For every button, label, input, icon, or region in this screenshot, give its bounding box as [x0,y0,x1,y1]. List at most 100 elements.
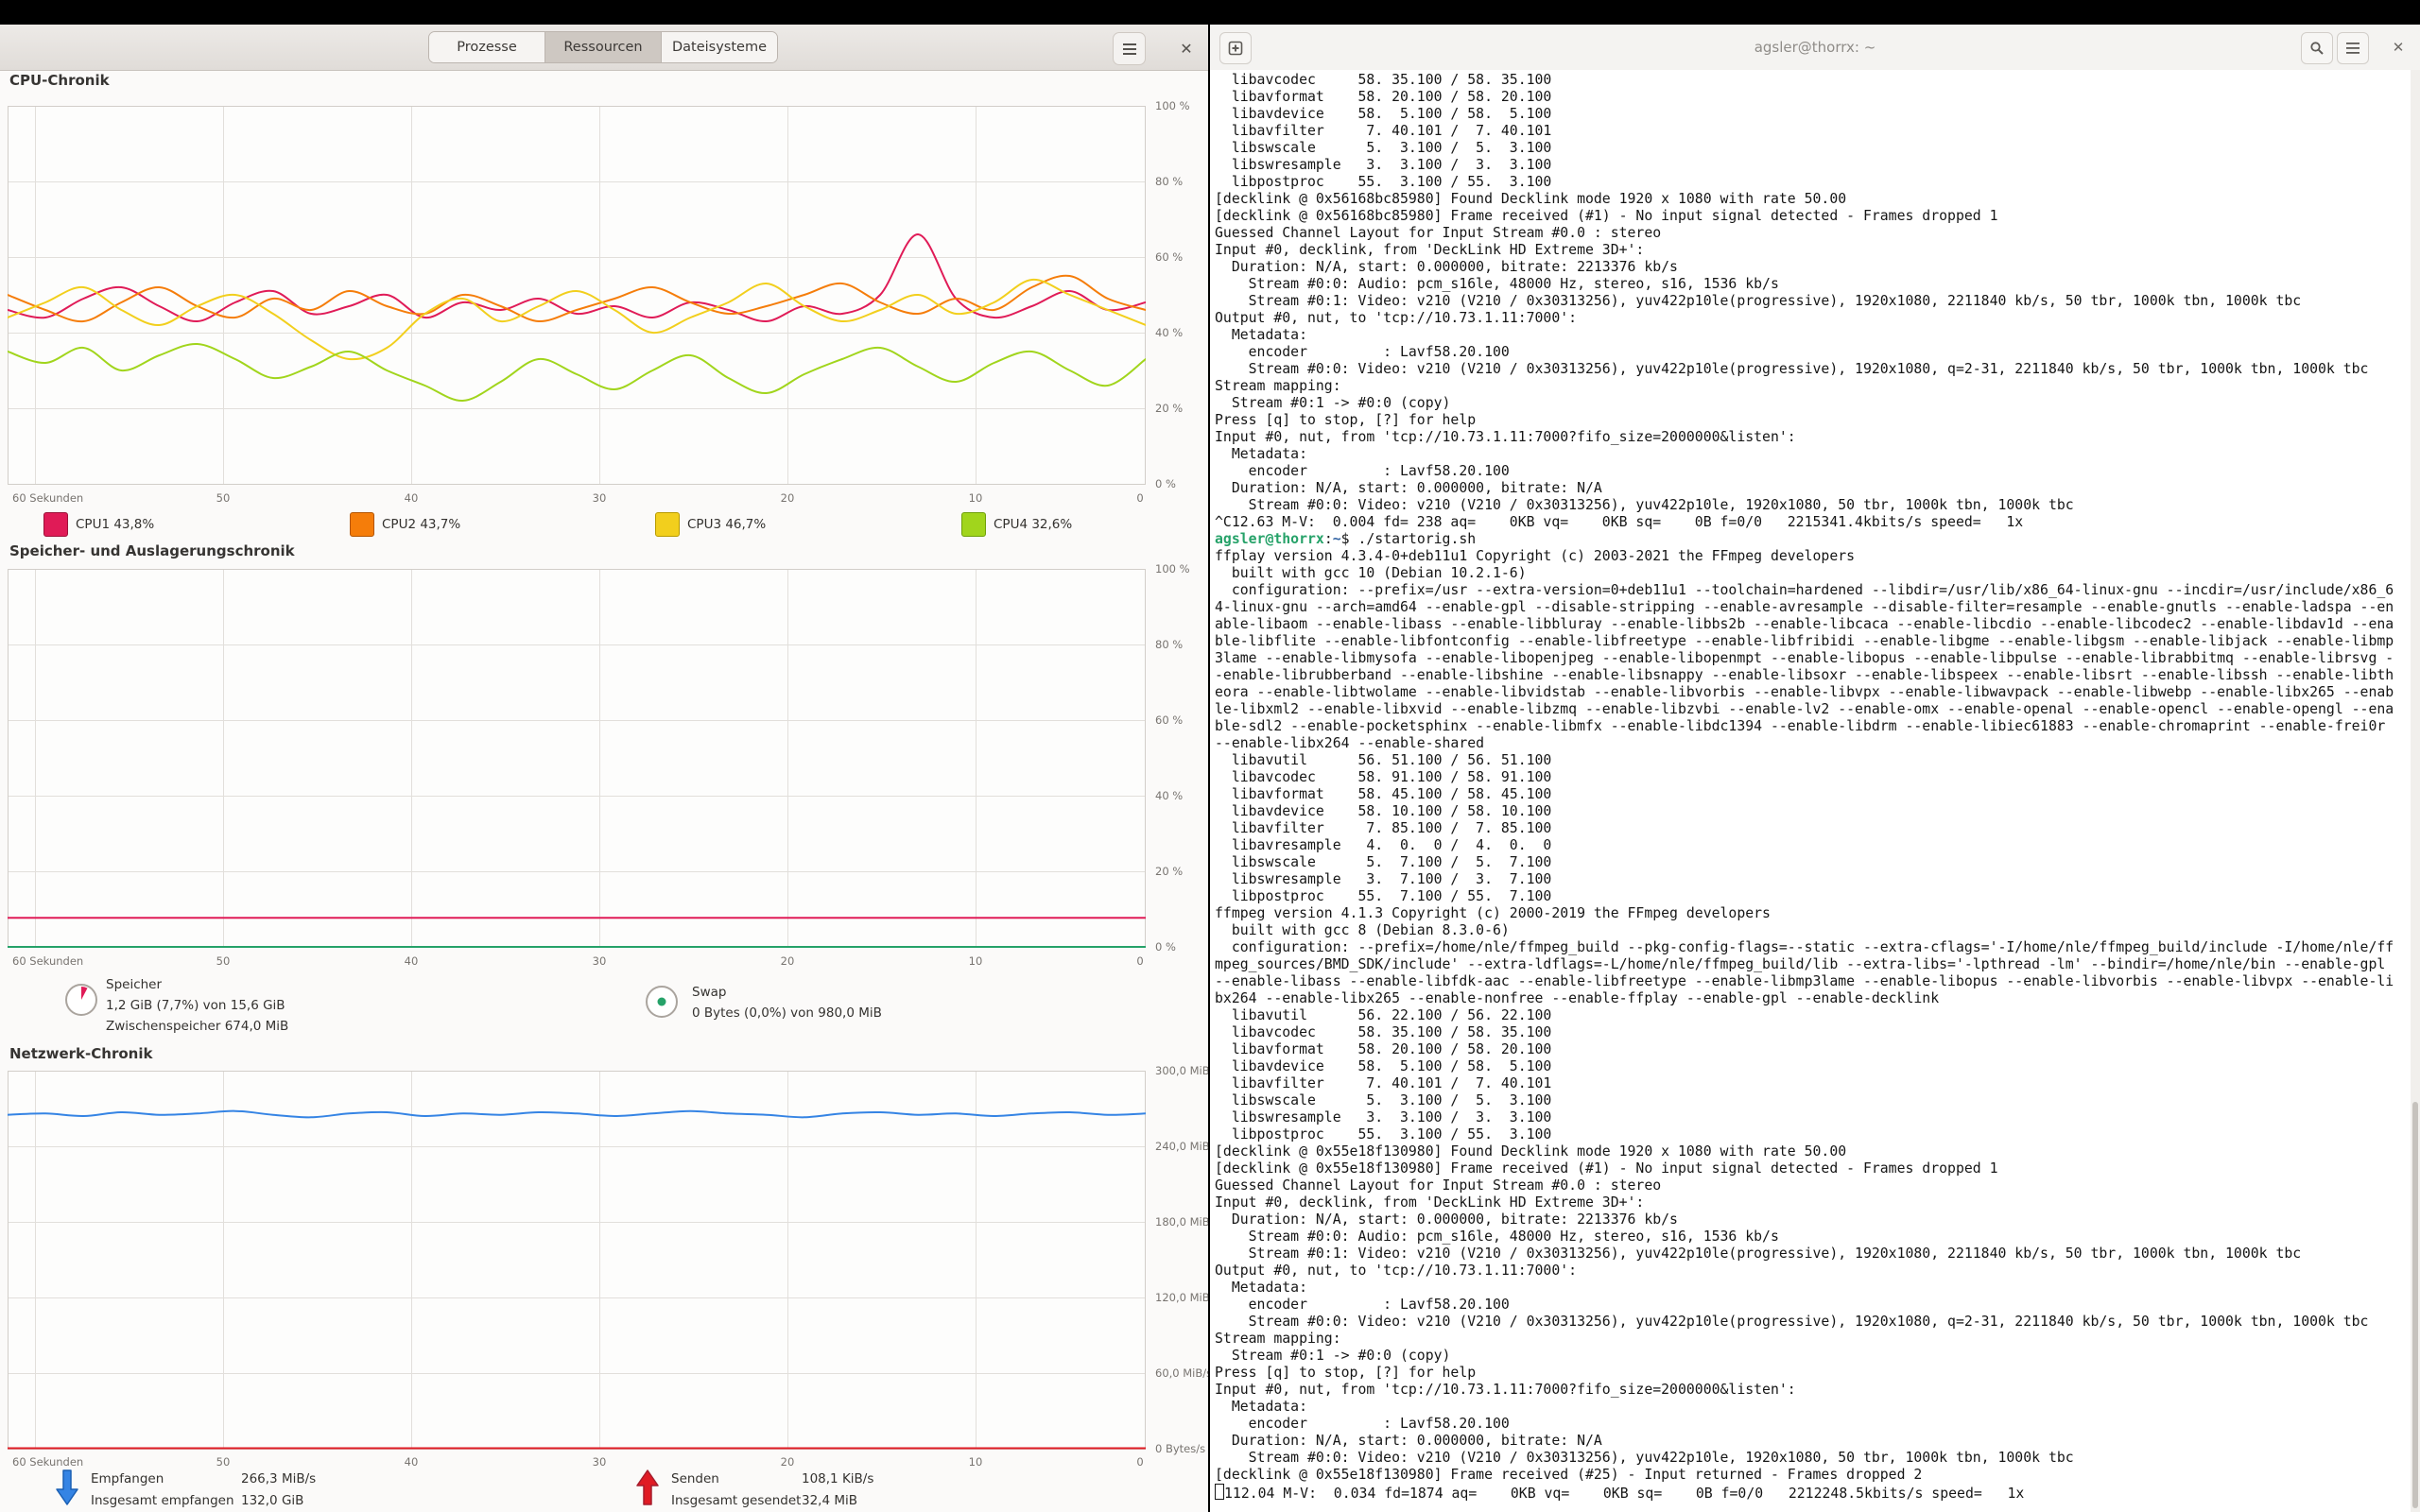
close-terminal-button[interactable]: ✕ [2386,35,2411,60]
terminal-line: libavcodec 58. 35.100 / 58. 35.100 [1215,72,2420,89]
terminal-line: -enable-librubberband --enable-libshine … [1215,667,2420,684]
terminal-line: libavresample 4. 0. 0 / 4. 0. 0 [1215,837,2420,854]
download-arrow-icon [55,1469,79,1506]
cpu-section-title: CPU-Chronik [9,72,110,89]
hamburger-icon [2345,43,2360,54]
terminal-line: Press [q] to stop, [?] for help [1215,412,2420,429]
x-axis-label: 10 [969,491,983,505]
terminal-line: Guessed Channel Layout for Input Stream … [1215,1177,2420,1194]
x-axis-label: 30 [593,491,607,505]
terminal-line: Stream #0:1 -> #0:0 (copy) [1215,395,2420,412]
terminal-line: Stream #0:1: Video: v210 (V210 / 0x30313… [1215,1246,2420,1263]
tab-ressourcen[interactable]: Ressourcen [545,32,662,62]
terminal-line: Stream #0:0: Video: v210 (V210 / 0x30313… [1215,1314,2420,1331]
terminal-line: eora --enable-libtwolame --enable-libvid… [1215,684,2420,701]
terminal-screen[interactable]: libavcodec 58. 35.100 / 58. 35.100 libav… [1210,70,2420,1512]
terminal-line: libswresample 3. 3.100 / 3. 3.100 [1215,157,2420,174]
terminal-line: bx264 --enable-libx265 --enable-nonfree … [1215,990,2420,1007]
terminal-line: libavcodec 58. 91.100 / 58. 91.100 [1215,769,2420,786]
terminal-line: [decklink @ 0x56168bc85980] Found Deckli… [1215,191,2420,208]
cpu-history-chart [8,106,1146,485]
terminal-window: agsler@thorrx: ~ ✕ libavcodec 58. 35.100 [1210,25,2420,1512]
terminal-line: ffplay version 4.3.4-0+deb11u1 Copyright… [1215,548,2420,565]
terminal-line: libavdevice 58. 5.100 / 58. 5.100 [1215,106,2420,123]
terminal-line: libswscale 5. 3.100 / 5. 3.100 [1215,140,2420,157]
terminal-line: 112.04 M-V: 0.034 fd=1874 aq= 0KB vq= 0K… [1215,1484,2420,1501]
x-axis-label: 0 [1136,491,1143,505]
terminal-line: 3lame --enable-libmysofa --enable-libope… [1215,650,2420,667]
y-axis-label: 20 % [1155,865,1183,878]
legend-text: CPU2 43,7% [382,517,460,532]
terminal-line: Stream #0:0: Audio: pcm_s16le, 48000 Hz,… [1215,1228,2420,1246]
terminal-line: --enable-libx264 --enable-shared [1215,735,2420,752]
tab-dateisysteme[interactable]: Dateisysteme [662,32,777,62]
y-axis-label: 40 % [1155,789,1183,802]
network-legend-value: 108,1 KiB/s [802,1471,873,1486]
gauge-label: Speicher [106,977,162,992]
terminal-line: libpostproc 55. 7.100 / 55. 7.100 [1215,888,2420,905]
network-legend-label: Empfangen [91,1471,164,1486]
terminal-line: mpeg_sources/BMD_SDK/include' --extra-ld… [1215,956,2420,973]
terminal-line: [decklink @ 0x55e18f130980] Frame receiv… [1215,1467,2420,1484]
network-legend-label: Insgesamt empfangen [91,1493,234,1508]
terminal-line: Guessed Channel Layout for Input Stream … [1215,225,2420,242]
terminal-line: Metadata: [1215,1399,2420,1416]
tab-prozesse[interactable]: Prozesse [429,32,545,62]
terminal-line: Duration: N/A, start: 0.000000, bitrate:… [1215,1211,2420,1228]
terminal-line: libavformat 58. 20.100 / 58. 20.100 [1215,1041,2420,1058]
y-axis-label: 0 % [1155,940,1176,954]
terminal-title: agsler@thorrx: ~ [1210,25,2420,70]
x-axis-label: 60 Sekunden [12,1455,83,1469]
terminal-scrollbar-thumb[interactable] [2412,1102,2418,1508]
primary-menu-button[interactable] [1113,32,1146,65]
terminal-titlebar: agsler@thorrx: ~ ✕ [1210,25,2420,71]
x-axis-label: 0 [1136,954,1143,968]
terminal-menu-button[interactable] [2337,32,2369,64]
terminal-line: encoder : Lavf58.20.100 [1215,463,2420,480]
terminal-line: libavfilter 7. 40.101 / 7. 40.101 [1215,123,2420,140]
terminal-line: libavfilter 7. 85.100 / 7. 85.100 [1215,820,2420,837]
terminal-line: encoder : Lavf58.20.100 [1215,1416,2420,1433]
terminal-line: configuration: --prefix=/usr --extra-ver… [1215,582,2420,599]
terminal-line: ble-libflite --enable-libfontconfig --en… [1215,633,2420,650]
terminal-line: libpostproc 55. 3.100 / 55. 3.100 [1215,174,2420,191]
cpu-legend-item: CPU1 43,8% [43,512,154,537]
terminal-line: Stream #0:0: Video: v210 (V210 / 0x30313… [1215,1450,2420,1467]
terminal-line: configuration: --prefix=/home/nle/ffmpeg… [1215,939,2420,956]
terminal-line: Duration: N/A, start: 0.000000, bitrate:… [1215,480,2420,497]
terminal-line: libswscale 5. 7.100 / 5. 7.100 [1215,854,2420,871]
terminal-line: Stream #0:1: Video: v210 (V210 / 0x30313… [1215,293,2420,310]
terminal-line: ble-sdl2 --enable-pocketsphinx --enable-… [1215,718,2420,735]
terminal-scrollbar[interactable] [2411,70,2420,1512]
terminal-line: 4-linux-gnu --arch=amd64 --enable-gpl --… [1215,599,2420,616]
y-axis-label: 80 % [1155,175,1183,188]
x-axis-label: 30 [593,954,607,968]
y-axis-label: 120,0 MiB/s [1155,1291,1208,1304]
gauge-label: 0 Bytes (0,0%) von 980,0 MiB [692,1005,882,1021]
y-axis-label: 40 % [1155,326,1183,339]
y-axis-label: 60,0 MiB/s [1155,1366,1208,1380]
usage-pie-gauge [60,979,102,1021]
terminal-line: libavdevice 58. 5.100 / 58. 5.100 [1215,1058,2420,1075]
close-window-button[interactable]: ✕ [1174,36,1199,60]
terminal-line: Metadata: [1215,446,2420,463]
legend-text: CPU1 43,8% [76,517,154,532]
terminal-line: libavcodec 58. 35.100 / 58. 35.100 [1215,1024,2420,1041]
system-monitor-window: ProzesseRessourcenDateisysteme ✕ CPU-Chr… [0,25,1208,1512]
terminal-line: Stream #0:0: Audio: pcm_s16le, 48000 Hz,… [1215,276,2420,293]
terminal-cursor [1215,1484,1224,1500]
terminal-line: libavutil 56. 22.100 / 56. 22.100 [1215,1007,2420,1024]
search-button[interactable] [2301,32,2333,64]
terminal-line: Input #0, nut, from 'tcp://10.73.1.11:70… [1215,429,2420,446]
new-tab-button[interactable] [1219,32,1252,64]
x-axis-label: 40 [405,491,419,505]
hamburger-icon [1122,43,1137,56]
terminal-line: libavdevice 58. 10.100 / 58. 10.100 [1215,803,2420,820]
network-section-title: Netzwerk-Chronik [9,1045,152,1062]
y-axis-label: 100 % [1155,99,1190,112]
cpu-legend-item: CPU3 46,7% [655,512,766,537]
x-axis-label: 40 [405,954,419,968]
network-legend-value: 132,0 GiB [241,1493,303,1508]
x-axis-label: 50 [216,491,231,505]
x-axis-label: 50 [216,954,231,968]
